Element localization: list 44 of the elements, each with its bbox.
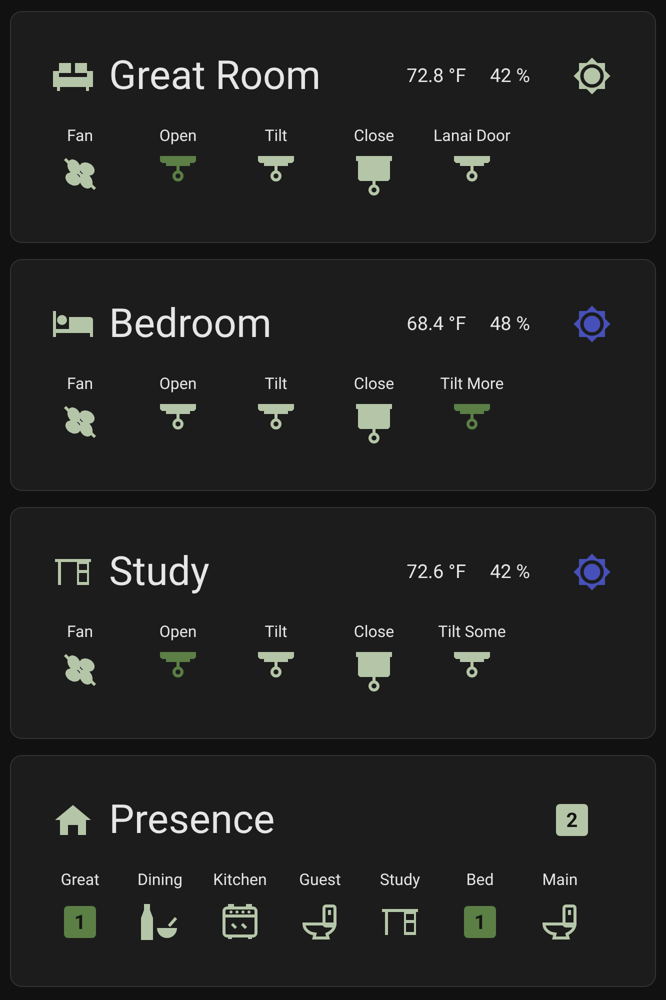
entity-label: Open: [159, 374, 197, 394]
room-label: Guest: [299, 870, 341, 890]
entity-label: Fan: [66, 622, 94, 642]
bottle-and-bowl-icon: [141, 904, 179, 940]
room-label: Study: [380, 870, 420, 890]
room-label: Kitchen: [213, 870, 267, 890]
room-label: Bed: [466, 870, 494, 890]
room-label: Great: [60, 870, 100, 890]
desk-icon: [55, 559, 91, 585]
room-title: Bedroom: [109, 304, 272, 344]
entity-label: Close: [354, 374, 394, 394]
house-icon: [55, 805, 91, 835]
sofa-icon: [53, 61, 93, 91]
humidity: 42 %: [490, 62, 530, 89]
entity-label: Close: [354, 622, 394, 642]
temperature: 72.6 °F: [406, 558, 466, 585]
entity-label: Fan: [66, 374, 94, 394]
entity-label: Lanai Door: [434, 126, 510, 146]
entity-label: Tilt Some: [438, 622, 506, 642]
humidity: 42 %: [490, 558, 530, 585]
entity-label: Open: [159, 622, 197, 642]
entity-label: Close: [354, 126, 394, 146]
temperature: 72.8 °F: [406, 62, 466, 89]
entity-label: Fan: [66, 126, 94, 146]
humidity: 48 %: [490, 310, 530, 337]
room-label: Dining: [138, 870, 182, 890]
entity-label: Tilt More: [440, 374, 504, 394]
entity-label: Tilt: [264, 622, 288, 642]
count-badge: 2: [556, 804, 588, 836]
count-badge: 1: [464, 906, 496, 938]
room-title: Study: [109, 552, 210, 592]
room-title: Great Room: [109, 56, 321, 96]
entity-label: Tilt: [264, 126, 288, 146]
count-badge: 1: [64, 906, 96, 938]
presence-title: Presence: [109, 800, 275, 840]
desk-icon: [382, 909, 418, 935]
oven-icon: [222, 904, 258, 940]
bed-icon: [53, 311, 93, 337]
entity-label: Tilt: [264, 374, 288, 394]
temperature: 68.4 °F: [406, 310, 466, 337]
toilet-icon: [302, 904, 338, 940]
entity-label: Open: [159, 126, 197, 146]
room-label: Main: [542, 870, 578, 890]
toilet-icon: [542, 904, 578, 940]
